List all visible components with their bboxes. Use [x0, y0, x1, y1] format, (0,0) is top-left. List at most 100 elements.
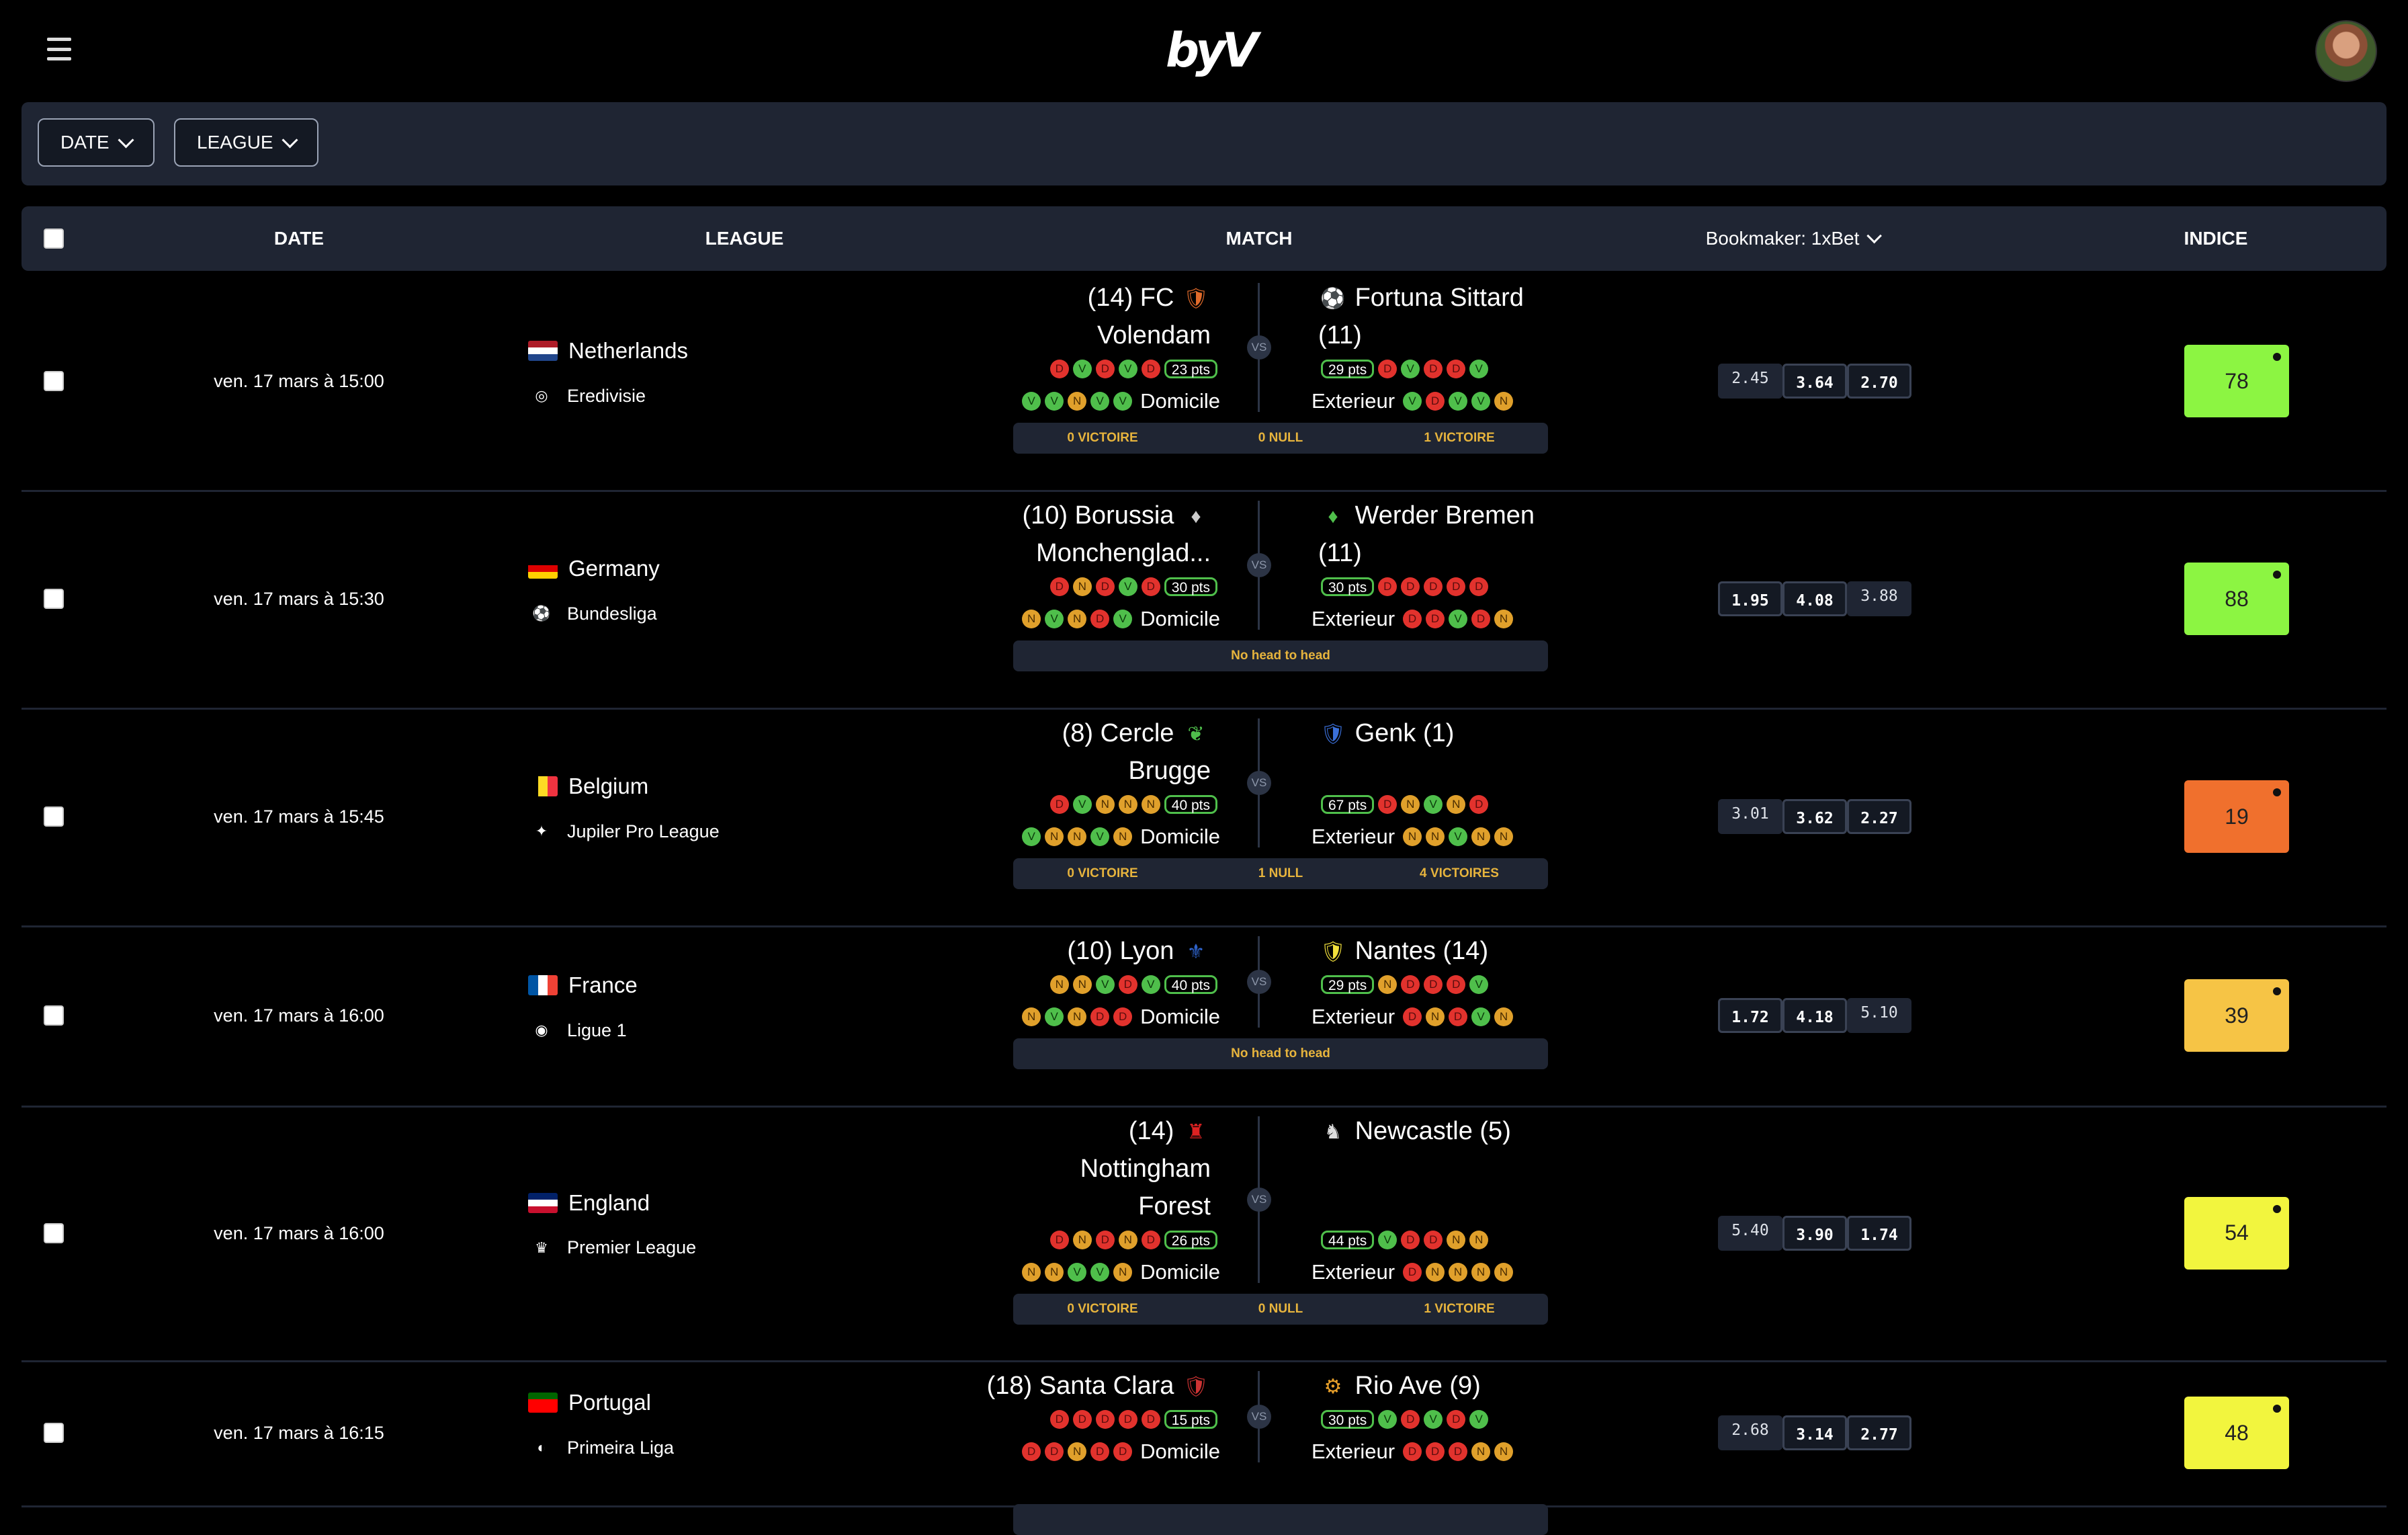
form-result-dot: N: [1426, 827, 1445, 846]
select-all-checkbox[interactable]: [44, 229, 64, 249]
row-checkbox[interactable]: [44, 371, 64, 391]
odds-home[interactable]: 2.45: [1718, 364, 1782, 399]
bookmaker-selector[interactable]: Bookmaker: 1xBet: [1706, 206, 1882, 271]
column-header-league[interactable]: LEAGUE: [705, 206, 784, 271]
row-checkbox[interactable]: [44, 806, 64, 827]
home-team[interactable]: (10) Lyon ⚜: [929, 932, 1211, 970]
form-result-dot: N: [1471, 1263, 1491, 1282]
away-team[interactable]: ⚙ Rio Ave (9): [1318, 1367, 1600, 1405]
country-name: France: [568, 972, 638, 997]
form-result-dot: D: [1469, 795, 1489, 814]
odds-away[interactable]: 1.74: [1847, 1215, 1911, 1251]
odds-draw[interactable]: 3.62: [1782, 799, 1847, 834]
form-result-dot: D: [1113, 1442, 1133, 1461]
form-result-dot: N: [1068, 1007, 1087, 1026]
away-points-badge: 29 pts: [1321, 360, 1375, 378]
indice-score-badge[interactable]: 88: [2184, 563, 2289, 635]
vs-badge: VS: [1247, 1188, 1271, 1212]
odds-home[interactable]: 2.68: [1718, 1415, 1782, 1450]
date-filter-button[interactable]: DATE: [38, 118, 155, 167]
league[interactable]: ✦ Jupiler Pro League: [528, 818, 720, 845]
home-team[interactable]: (8) Cercle ❦ Brugge: [929, 714, 1211, 790]
form-result-dot: D: [1118, 975, 1137, 994]
odds-draw[interactable]: 4.08: [1782, 581, 1847, 616]
odds-away[interactable]: 5.10: [1847, 998, 1911, 1033]
odds-draw[interactable]: 3.64: [1782, 364, 1847, 399]
odds-home[interactable]: 5.40: [1718, 1215, 1782, 1251]
odds-home[interactable]: 3.01: [1718, 799, 1782, 834]
h2h-stat: 1 NULL: [1258, 866, 1303, 880]
row-checkbox[interactable]: [44, 1222, 64, 1243]
away-team[interactable]: 🛡 Genk (1): [1318, 714, 1600, 752]
form-result-dot: D: [1118, 1410, 1137, 1429]
country-name: Germany: [568, 556, 660, 581]
user-avatar[interactable]: [2315, 20, 2377, 82]
table-row[interactable]: ven. 17 mars à 15:45 Belgium ✦ Jupiler P…: [22, 708, 2386, 927]
home-team-name: (18) Santa Clara: [986, 1372, 1174, 1400]
form-result-dot: V: [1090, 392, 1110, 411]
home-team[interactable]: (10) Borussia ♦ Monchenglad...: [929, 497, 1211, 572]
odds-draw[interactable]: 3.14: [1782, 1415, 1847, 1450]
home-team[interactable]: (14) FC 🛡 Volendam: [929, 279, 1211, 354]
odds-draw[interactable]: 3.90: [1782, 1215, 1847, 1251]
table-row[interactable]: ven. 17 mars à 16:00 England ♛ Premier L…: [22, 1106, 2386, 1362]
form-result-dot: V: [1471, 392, 1491, 411]
indice-score-badge[interactable]: 78: [2184, 345, 2289, 417]
league[interactable]: ⚽ Bundesliga: [528, 600, 656, 627]
form-result-dot: D: [1449, 1442, 1468, 1461]
league[interactable]: ◉ Ligue 1: [528, 1017, 626, 1044]
away-team-name: Rio Ave (9): [1354, 1372, 1481, 1400]
table-row[interactable]: ven. 17 mars à 15:30 Germany ⚽ Bundeslig…: [22, 490, 2386, 710]
row-checkbox[interactable]: [44, 589, 64, 609]
league[interactable]: ♛ Premier League: [528, 1235, 696, 1261]
hamburger-menu-icon[interactable]: [47, 38, 71, 60]
odds-away[interactable]: 2.70: [1847, 364, 1911, 399]
away-team[interactable]: ♞ Newcastle (5): [1318, 1112, 1600, 1150]
league-filter-button[interactable]: LEAGUE: [174, 118, 318, 167]
table-row[interactable]: ven. 17 mars à 15:00 Netherlands ◎ Eredi…: [22, 272, 2386, 492]
flag-icon: [528, 558, 558, 579]
indice-score-badge[interactable]: 39: [2184, 979, 2289, 1052]
form-result-dot: V: [1424, 1410, 1443, 1429]
home-team[interactable]: (14) ♜ Nottingham Forest: [929, 1112, 1211, 1225]
odds-home[interactable]: 1.72: [1718, 998, 1782, 1033]
vs-badge: VS: [1247, 970, 1271, 994]
indice-score-badge[interactable]: 48: [2184, 1397, 2289, 1469]
league[interactable]: ◐ Primeira Liga: [528, 1434, 674, 1461]
form-result-dot: D: [1378, 577, 1398, 596]
indice-score-badge[interactable]: 19: [2184, 780, 2289, 853]
row-checkbox[interactable]: [44, 1423, 64, 1443]
form-result-dot: D: [1469, 577, 1489, 596]
table-row[interactable]: ven. 17 mars à 16:15 Portugal ◐ Primeira…: [22, 1360, 2386, 1535]
odds-home[interactable]: 1.95: [1718, 581, 1782, 616]
odds-draw[interactable]: 4.18: [1782, 998, 1847, 1033]
form-result-dot: V: [1118, 360, 1137, 378]
away-team[interactable]: ♦ Werder Bremen (11): [1318, 497, 1600, 572]
form-result-dot: V: [1403, 392, 1422, 411]
odds-away[interactable]: 2.27: [1847, 799, 1911, 834]
away-team-name: Newcastle (5): [1354, 1117, 1511, 1145]
match-date: ven. 17 mars à 15:45: [214, 806, 384, 827]
form-result-dot: N: [1494, 392, 1514, 411]
row-checkbox[interactable]: [44, 1005, 64, 1026]
away-team[interactable]: 🛡 Nantes (14): [1318, 932, 1600, 970]
table-header: DATE LEAGUE MATCH Bookmaker: 1xBet INDIC…: [22, 206, 2386, 271]
odds-away[interactable]: 2.77: [1847, 1415, 1911, 1450]
column-header-date[interactable]: DATE: [274, 206, 324, 271]
league[interactable]: ◎ Eredivisie: [528, 382, 646, 409]
away-form-row: 29 pts D V D D V: [1321, 360, 1489, 378]
league-logo-icon: ✦: [535, 823, 548, 839]
form-result-dot: V: [1022, 827, 1041, 846]
indice-score-badge[interactable]: 54: [2184, 1196, 2289, 1270]
home-team[interactable]: (18) Santa Clara 🛡: [929, 1367, 1211, 1405]
odds-away[interactable]: 3.88: [1847, 581, 1911, 616]
app-logo[interactable]: byV: [1166, 23, 1258, 78]
form-result-dot: D: [1447, 360, 1466, 378]
column-header-match[interactable]: MATCH: [1226, 206, 1292, 271]
h2h-stat: 0 NULL: [1258, 1302, 1303, 1316]
column-header-indice[interactable]: INDICE: [2184, 206, 2248, 271]
away-team[interactable]: ⚽ Fortuna Sittard (11): [1318, 279, 1600, 354]
table-row[interactable]: ven. 17 mars à 16:00 France ◉ Ligue 1 (1…: [22, 925, 2386, 1108]
home-form-row: V V N V V Domicile: [1022, 389, 1220, 413]
form-result-dot: V: [1095, 975, 1115, 994]
